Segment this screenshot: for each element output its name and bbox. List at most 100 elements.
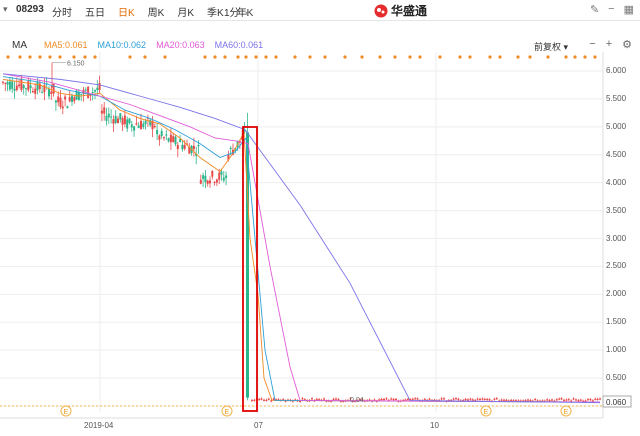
candle-body — [222, 177, 225, 181]
event-e-letter: E — [64, 409, 69, 416]
event-dot — [564, 55, 568, 59]
event-dot — [18, 55, 22, 59]
candle-body — [407, 398, 409, 400]
candle-body — [534, 399, 537, 401]
candle-body — [11, 81, 14, 89]
event-dot — [223, 55, 227, 59]
y-tick-label: 4.500 — [606, 149, 627, 159]
candle-body — [392, 399, 395, 401]
candle-body — [337, 399, 340, 401]
kline-chart[interactable]: 0.060 E E E E 6.150 0.04 — [0, 0, 640, 436]
candle-body — [527, 399, 529, 401]
candle-body — [335, 398, 337, 400]
candle-body — [202, 175, 205, 179]
x-label-jul: 07 — [254, 421, 263, 430]
candle-body — [225, 175, 228, 179]
event-dot — [274, 55, 278, 59]
candle-body — [443, 398, 445, 400]
candle-body — [163, 137, 165, 139]
candle-body — [263, 399, 265, 401]
candle-body — [572, 398, 575, 400]
candle-body — [29, 85, 32, 89]
candle-body — [192, 145, 195, 150]
event-dot — [308, 55, 312, 59]
event-dot — [458, 55, 462, 59]
candle-body — [61, 106, 64, 109]
event-e-letter: E — [225, 409, 230, 416]
candle-body — [123, 115, 126, 124]
candle-body — [48, 88, 50, 97]
event-dot — [83, 55, 87, 59]
candle-body — [452, 398, 455, 400]
x-label-oct: 10 — [430, 421, 439, 430]
candle-body — [546, 399, 549, 401]
candle-body — [253, 399, 256, 401]
candle-body — [299, 400, 301, 402]
candle-body — [457, 398, 460, 400]
candle-body — [197, 144, 200, 147]
candle-body — [315, 398, 318, 400]
y-tick-label: 3.500 — [606, 205, 627, 215]
y-tick-label: 3.000 — [606, 233, 627, 243]
event-dot — [236, 55, 240, 59]
candle-body — [204, 175, 207, 183]
candle-body — [558, 398, 561, 400]
x-label-apr: 2019-04 — [84, 421, 114, 430]
last-price-label: 0.060 — [606, 398, 627, 407]
candle-body — [4, 82, 7, 84]
event-dot — [378, 55, 382, 59]
event-dot — [203, 55, 207, 59]
candle-body — [73, 97, 76, 102]
candle-body — [153, 126, 156, 128]
candle-body — [6, 82, 9, 85]
candle-body — [96, 87, 99, 91]
candle-body — [493, 398, 496, 400]
event-dot — [546, 55, 550, 59]
event-dot — [528, 55, 532, 59]
candle-body — [119, 113, 122, 120]
candle-body — [68, 97, 71, 102]
candle-body — [110, 116, 113, 118]
candle-body — [165, 134, 168, 136]
candle-body — [575, 399, 577, 401]
candle-body — [395, 399, 397, 401]
event-dot — [93, 55, 97, 59]
candle-body — [13, 88, 16, 91]
event-dot — [38, 55, 42, 59]
y-tick-label: 2.000 — [606, 289, 627, 299]
candle-body — [38, 83, 41, 90]
candle-body — [107, 113, 110, 118]
candle-body — [211, 170, 214, 177]
candle-body — [34, 88, 37, 94]
candle-body — [577, 400, 580, 402]
candle-body — [505, 399, 508, 401]
candle-body — [71, 95, 73, 102]
candle-body — [114, 115, 117, 123]
candle-body — [137, 125, 140, 128]
candle-body — [229, 147, 232, 150]
candle-body — [36, 81, 39, 91]
candle-body — [378, 399, 381, 401]
candle-body — [323, 398, 325, 400]
candle-body — [599, 398, 601, 400]
candle-body — [414, 398, 417, 400]
candle-body — [174, 136, 177, 145]
candle-body — [91, 91, 94, 93]
event-dot — [516, 55, 520, 59]
candle-body — [156, 130, 159, 135]
candle-body — [117, 118, 119, 124]
candle-body — [66, 106, 69, 109]
event-dot — [264, 55, 268, 59]
candle-body — [529, 400, 532, 402]
candle-body — [167, 138, 170, 142]
candle-body — [27, 81, 30, 91]
candle-body — [8, 81, 11, 90]
event-dot — [343, 55, 347, 59]
event-dot — [360, 55, 364, 59]
candle-body — [31, 91, 34, 93]
event-dot — [6, 55, 10, 59]
candle-body — [183, 144, 186, 149]
candle-body — [471, 399, 474, 401]
candle-body — [130, 124, 133, 128]
candle-body — [41, 91, 44, 93]
